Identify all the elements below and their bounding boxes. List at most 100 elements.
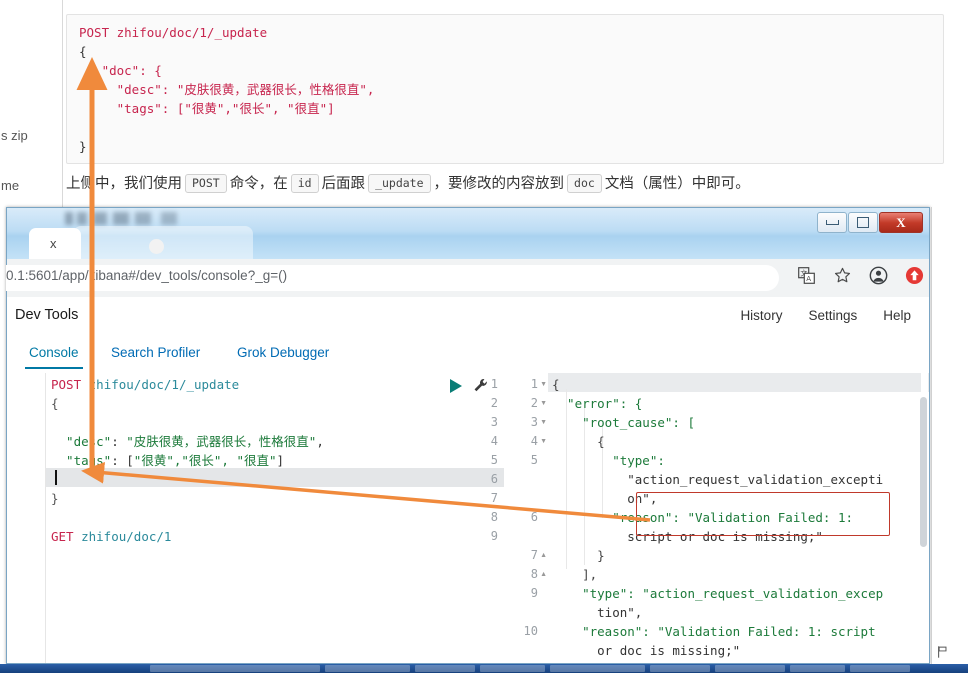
response-line-number: 9 xyxy=(530,586,538,600)
tab-search-profiler[interactable]: Search Profiler xyxy=(111,345,200,360)
response-line-number: 3 xyxy=(530,415,538,429)
nav-history[interactable]: History xyxy=(740,308,782,323)
response-line: on", xyxy=(552,491,658,506)
kibana-app: Dev Tools History Settings Help Console … xyxy=(6,297,930,664)
profile-avatar-icon[interactable] xyxy=(868,265,888,285)
code-line-1: POST zhifou/doc/1/_update xyxy=(79,25,268,40)
editor-action-icons xyxy=(450,377,489,394)
svg-text:A: A xyxy=(806,275,811,283)
nav-help[interactable]: Help xyxy=(883,308,911,323)
response-line: tion", xyxy=(552,605,643,620)
response-line: "type": xyxy=(552,453,665,468)
screenshot-root: s zip me POST zhifou/doc/1/_update { "do… xyxy=(0,0,968,673)
bookmark-star-icon[interactable] xyxy=(832,265,852,285)
article-side-label-me: me xyxy=(1,178,20,193)
tab-grok-debugger[interactable]: Grok Debugger xyxy=(237,345,329,360)
para-text-3: 后面跟 xyxy=(321,176,366,192)
kibana-header: Dev Tools History Settings Help xyxy=(7,297,929,337)
omnibox-icons: 文 A xyxy=(796,265,924,285)
response-line: "reason": "Validation Failed: 1: xyxy=(552,510,854,525)
page-right-margin xyxy=(931,207,968,664)
window-maximize-button[interactable] xyxy=(848,212,878,233)
inline-code-doc: doc xyxy=(567,174,602,193)
inline-code-post: POST xyxy=(185,174,227,193)
request-editor-content[interactable]: POST zhifou/doc/1/_update { "desc": "皮肤很黄… xyxy=(51,373,501,663)
para-text-5: 文档（属性）中即可。 xyxy=(604,176,750,192)
response-line: { xyxy=(552,434,605,449)
response-fold-toggle[interactable]: ▼ xyxy=(540,432,547,451)
address-bar-url[interactable]: 0.1:5601/app/kibana#/dev_tools/console?_… xyxy=(6,268,287,283)
request-editor-pane[interactable]: 12▼34567▲89 POST zhifou/doc/1/_update{ "… xyxy=(7,373,513,663)
inline-code-update: _update xyxy=(368,174,431,193)
tab-console[interactable]: Console xyxy=(25,345,83,369)
editor-line: "tags": ["很黄","很长", "很直"] xyxy=(51,453,285,468)
code-line-7: } xyxy=(79,139,87,154)
windows-taskbar xyxy=(0,664,968,673)
response-fold-toggle[interactable]: ▲ xyxy=(540,565,547,584)
article-background: s zip me POST zhifou/doc/1/_update { "do… xyxy=(0,0,968,215)
response-scrollbar-thumb[interactable] xyxy=(920,397,927,547)
response-line-number: 10 xyxy=(523,624,538,638)
para-text-1: 上侧中，我们使用 xyxy=(66,176,182,192)
article-left-rail-2 xyxy=(22,0,63,215)
article-side-label-zip: s zip xyxy=(1,128,28,143)
response-scrollbar[interactable] xyxy=(920,373,928,663)
tab-favicon xyxy=(149,239,164,254)
response-fold-toggle[interactable]: ▼ xyxy=(540,413,547,432)
browser-tab-strip: x xyxy=(7,224,930,260)
browser-title-bar: x X xyxy=(6,207,930,260)
window-close-button[interactable]: X xyxy=(879,212,923,233)
para-text-2: 命令，在 xyxy=(229,176,288,192)
editor-line: { xyxy=(51,396,59,411)
response-line-number: 7 xyxy=(530,548,538,562)
translate-icon[interactable]: 文 A xyxy=(796,265,816,285)
response-line: "reason": "Validation Failed: 1: script xyxy=(552,624,876,639)
article-paragraph: 上侧中，我们使用 POST 命令，在 id 后面跟 _update ，要修改的内容放到 doc… xyxy=(66,172,946,196)
response-fold-toggle[interactable]: ▼ xyxy=(540,375,547,394)
response-line-number: 8 xyxy=(530,567,538,581)
response-line: "root_cause": [ xyxy=(552,415,695,430)
response-line: "action_request_validation_excepti xyxy=(552,472,884,487)
response-line-numbers: 1▼2▼3▼4▼567▲8▲91011▲12 xyxy=(504,373,548,663)
response-content: { "error": { "root_cause": [ { "type": "… xyxy=(552,373,929,663)
window-controls: X xyxy=(816,212,923,234)
code-line-5: "tags": ["很黄","很长", "很直"] xyxy=(79,101,335,116)
response-fold-toggle[interactable]: ▼ xyxy=(540,394,547,413)
browser-tab-active[interactable] xyxy=(73,226,253,260)
response-line: ], xyxy=(552,567,598,582)
response-line: or doc is missing;" xyxy=(552,643,741,658)
kibana-tab-bar: Console Search Profiler Grok Debugger xyxy=(7,337,929,374)
code-line-2: { xyxy=(79,44,87,59)
text-caret xyxy=(55,470,57,485)
console-panel: 12▼34567▲89 POST zhifou/doc/1/_update{ "… xyxy=(7,373,929,663)
response-line: } xyxy=(552,548,605,563)
response-line: script or doc is missing;" xyxy=(552,529,823,544)
tab-close-icon[interactable]: x xyxy=(50,236,57,251)
response-line: "error": { xyxy=(552,396,643,411)
response-line-number: 2 xyxy=(530,396,538,410)
code-line-3: "doc": { xyxy=(79,63,162,78)
response-pane[interactable]: 1▼2▼3▼4▼567▲8▲91011▲12 { "error": { "roo… xyxy=(504,373,929,663)
play-request-icon[interactable] xyxy=(450,378,462,393)
editor-gutter xyxy=(7,373,46,663)
response-fold-toggle[interactable]: ▲ xyxy=(540,546,547,565)
response-line-number: 4 xyxy=(530,434,538,448)
editor-line: GET zhifou/doc/1 xyxy=(51,529,172,544)
browser-window: x X 0.1:5601/app/kibana#/dev_tools/conso… xyxy=(6,207,930,664)
flag-icon[interactable] xyxy=(936,645,950,662)
response-line-number: 5 xyxy=(530,453,538,467)
nav-settings[interactable]: Settings xyxy=(808,308,857,323)
window-minimize-button[interactable] xyxy=(817,212,847,233)
code-line-4: "desc": "皮肤很黄，武器很长，性格很直", xyxy=(79,82,375,97)
page-title: Dev Tools xyxy=(15,307,79,323)
editor-line: POST zhifou/doc/1/_update xyxy=(51,377,240,392)
response-line-number: 6 xyxy=(530,510,538,524)
response-line-number: 1 xyxy=(530,377,538,391)
inline-code-id: id xyxy=(290,174,319,193)
wrench-icon[interactable] xyxy=(472,377,489,394)
update-icon[interactable] xyxy=(904,265,924,285)
response-line: "type": "action_request_validation_excep xyxy=(552,586,884,601)
kibana-top-nav: History Settings Help xyxy=(740,308,911,323)
editor-line: } xyxy=(51,491,59,506)
response-line: { xyxy=(552,377,560,392)
